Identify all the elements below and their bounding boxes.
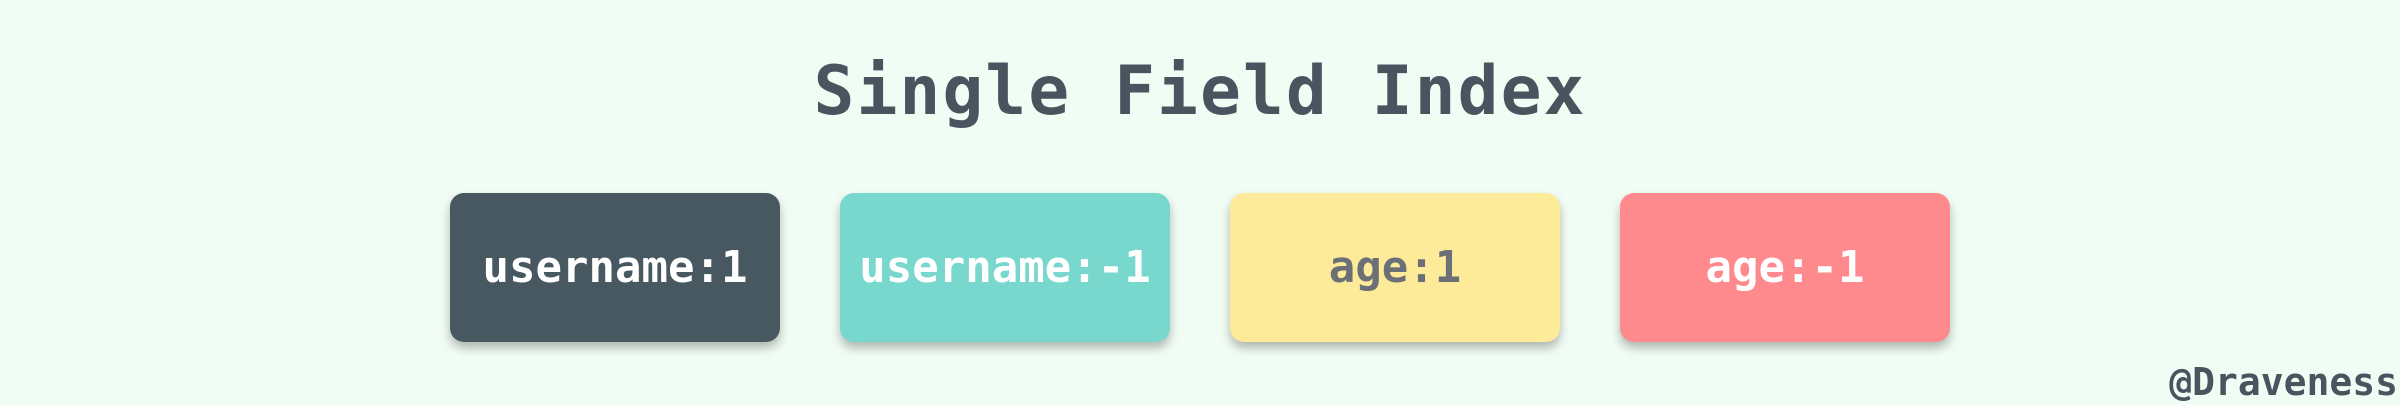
index-key-age-asc: age:1 <box>1230 193 1560 342</box>
diagram-title: Single Field Index <box>813 52 1587 131</box>
author-credit: @Draveness <box>2169 360 2398 404</box>
index-key-username-asc: username:1 <box>450 193 780 342</box>
index-key-label: age:-1 <box>1705 242 1865 293</box>
index-key-label: username:1 <box>482 242 748 293</box>
index-key-username-desc: username:-1 <box>840 193 1170 342</box>
index-key-label: age:1 <box>1328 242 1462 293</box>
index-key-label: username:-1 <box>859 242 1151 293</box>
index-keys: username:1 username:-1 age:1 age:-1 <box>450 193 1950 342</box>
index-key-age-desc: age:-1 <box>1620 193 1950 342</box>
